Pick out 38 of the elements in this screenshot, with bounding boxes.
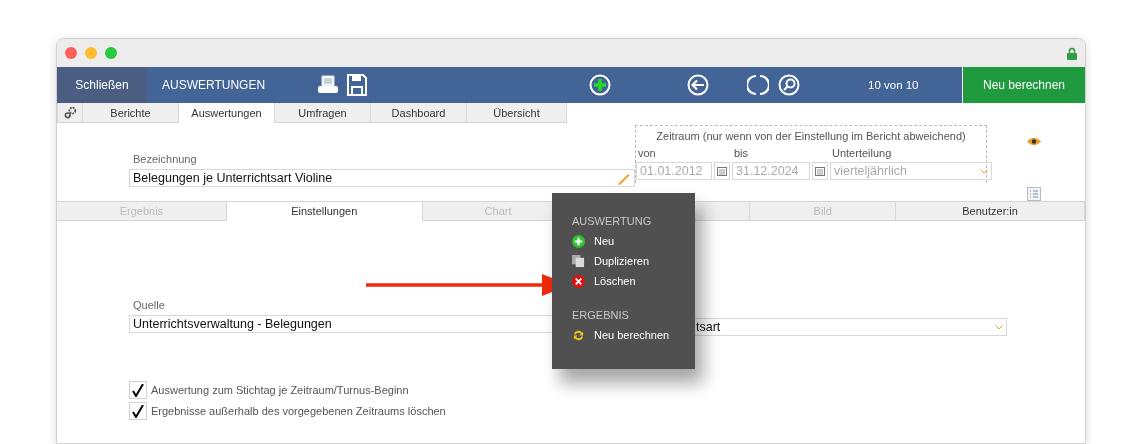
copy-icon	[572, 254, 585, 268]
tab[interactable]: Übersicht	[467, 103, 567, 123]
period-caption: Zeitraum (nur wenn von der Einstellung im Bericht abweichend)	[655, 129, 967, 142]
field-label: bis	[733, 146, 750, 159]
tab[interactable]: Berichte	[83, 103, 179, 123]
tab[interactable]: Benutzer:in	[896, 202, 1085, 221]
option-label: Auswertung zum Stichtag je Zeitraum/Turnus-Beginn	[151, 384, 409, 396]
close-window-button[interactable]	[65, 47, 77, 59]
menu-section-title: AUSWERTUNG	[572, 215, 653, 227]
tab[interactable]: Dashboard	[371, 103, 467, 123]
name-field[interactable]: Belegungen je Unterrichtsart Violine	[129, 169, 635, 187]
settings-icon[interactable]	[57, 103, 83, 123]
checkbox[interactable]	[129, 402, 147, 420]
menu-item[interactable]: Duplizieren	[572, 251, 695, 271]
refresh-icon	[572, 328, 585, 342]
field-label: Unterteilung	[831, 146, 893, 159]
field-label: Bezeichnung	[132, 153, 198, 165]
lock-icon	[1067, 46, 1077, 60]
eye-icon[interactable]	[1027, 137, 1041, 146]
delete-icon	[572, 274, 585, 288]
checkmark-icon	[132, 404, 144, 418]
caret-icon	[980, 168, 988, 174]
menu-item[interactable]: Löschen	[572, 271, 695, 291]
caret-icon	[995, 324, 1003, 330]
close-button[interactable]: Schließen	[57, 67, 147, 103]
record-counter: 10 von 10	[868, 78, 919, 93]
toolbar-title: AUSWERTUNGEN	[161, 77, 267, 94]
menu-item[interactable]: Neu	[572, 231, 695, 251]
field-label: Quelle	[132, 299, 166, 311]
checkmark-icon	[132, 383, 144, 397]
plus-icon	[572, 234, 585, 248]
checkbox[interactable]	[129, 381, 147, 399]
option-label: Ergebnisse außerhalb des vorgegebenen Zeitraums löschen	[151, 405, 446, 417]
calendar-icon[interactable]	[812, 162, 828, 180]
calendar-icon[interactable]	[714, 162, 730, 180]
tab[interactable]: Umfragen	[275, 103, 371, 123]
recalculate-button[interactable]: Neu berechnen	[962, 67, 1085, 103]
field-label: von	[637, 146, 657, 159]
